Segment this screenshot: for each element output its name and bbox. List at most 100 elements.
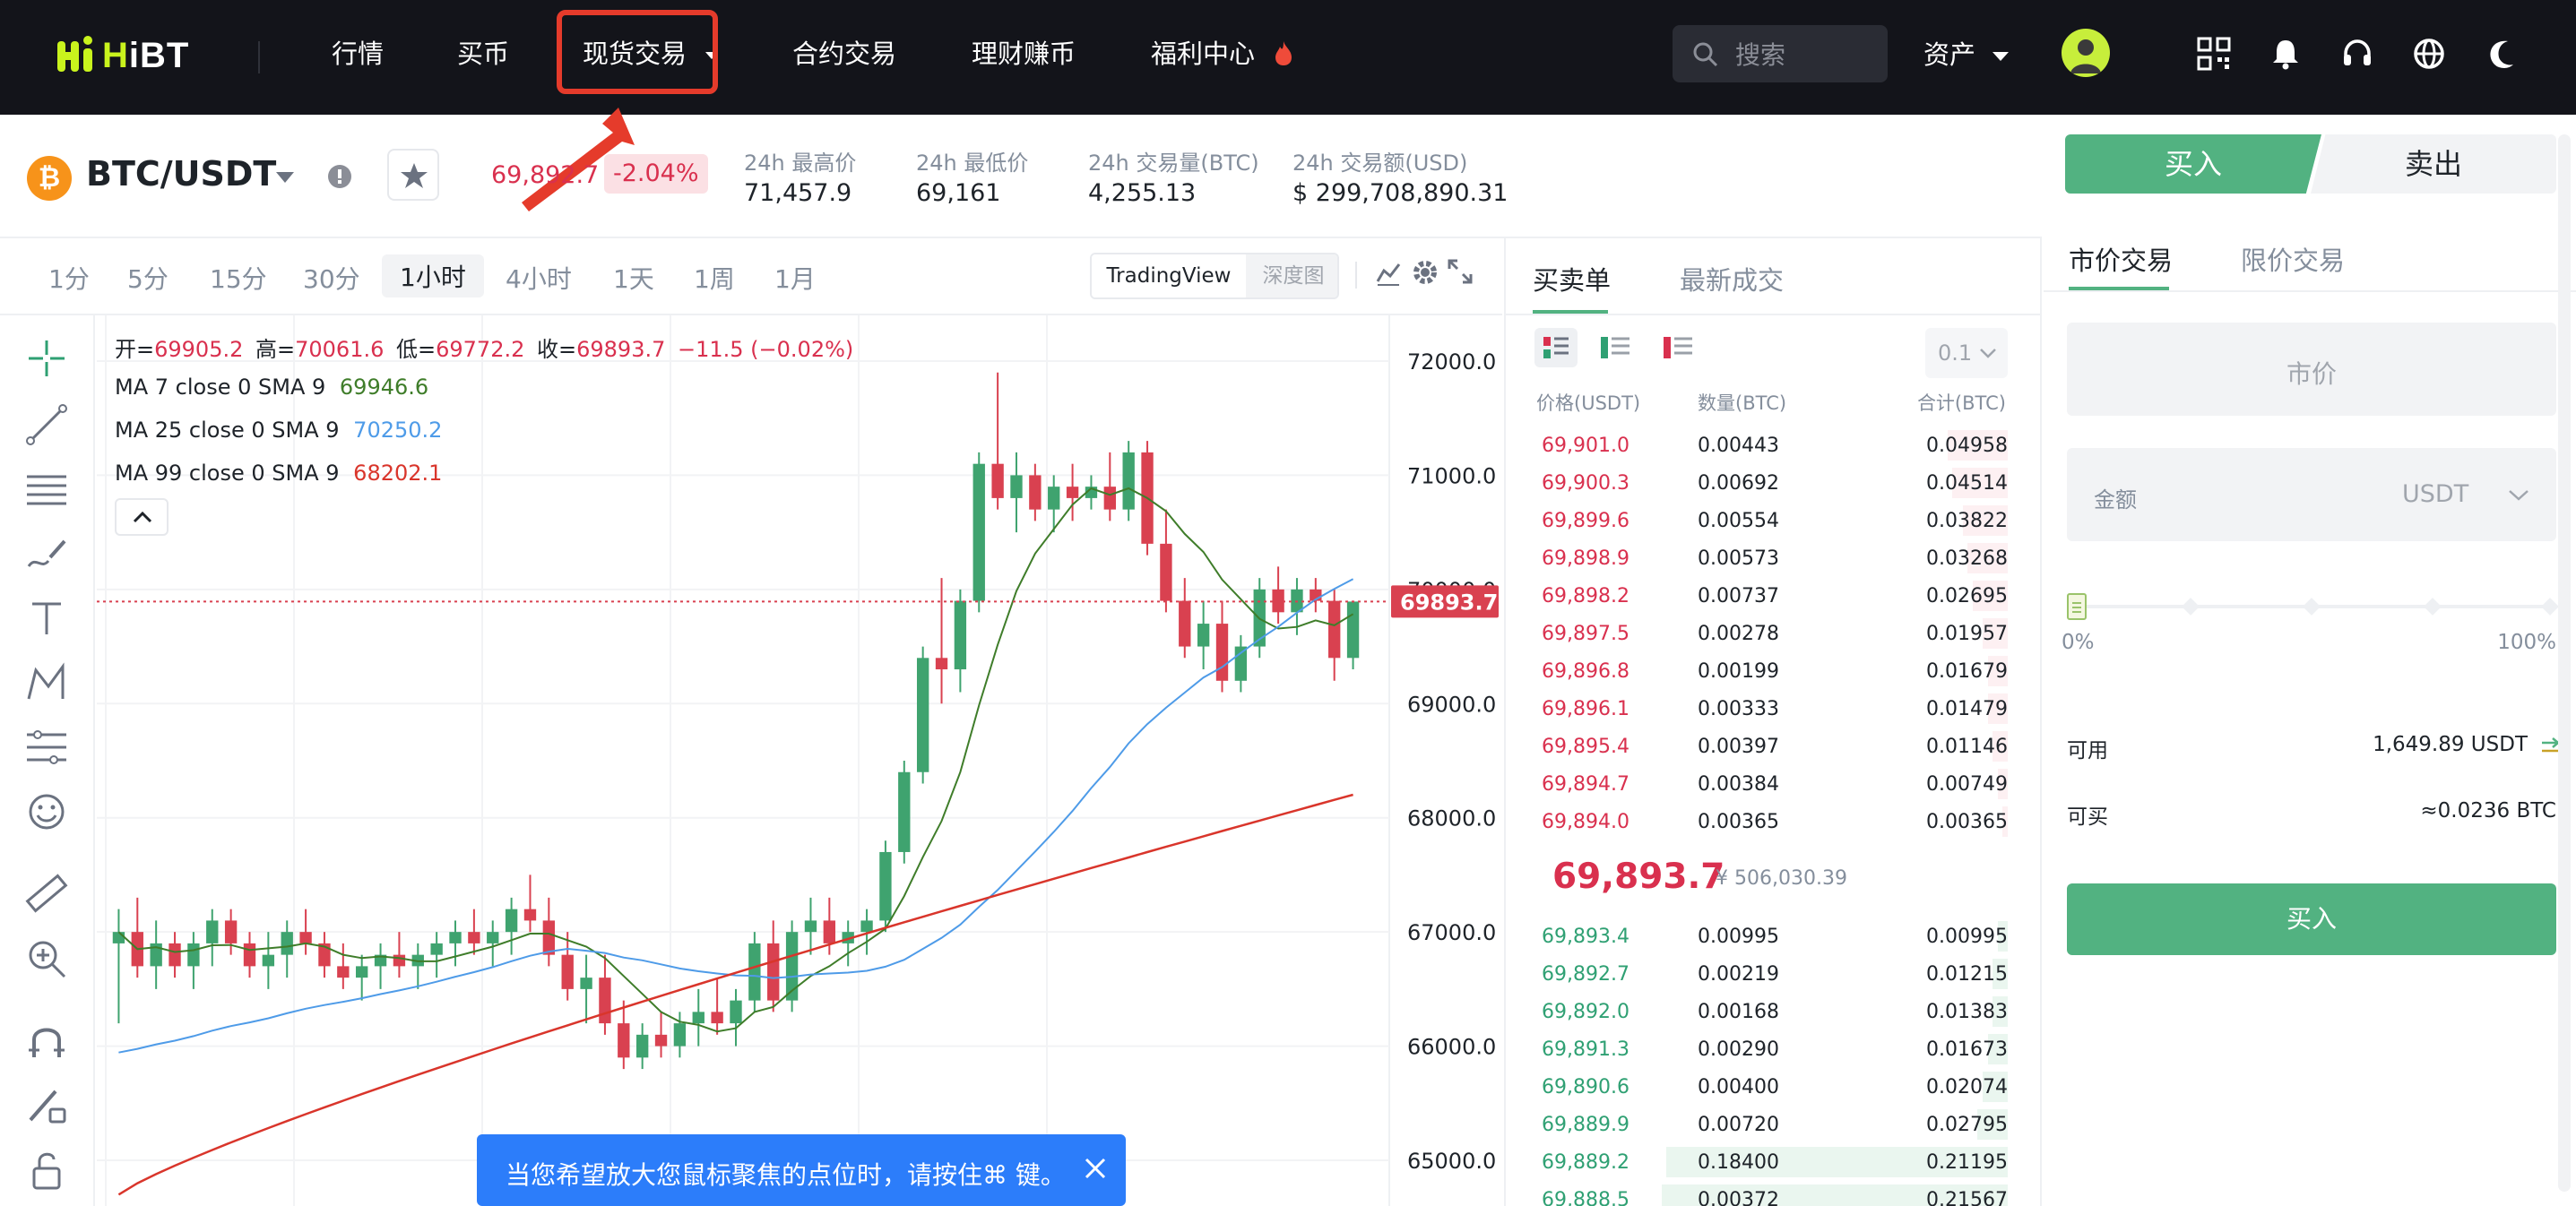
caret-down-icon[interactable] <box>274 170 296 185</box>
view-depth[interactable]: 深度图 <box>1246 254 1337 297</box>
zoom-in-icon[interactable] <box>23 935 70 982</box>
ask-row[interactable]: 69,897.5 0.00278 0.01957 <box>1506 615 2008 652</box>
avatar[interactable] <box>2062 29 2110 77</box>
unlock-icon[interactable] <box>23 1147 70 1193</box>
chevron-down-icon[interactable] <box>2508 489 2529 502</box>
amount-unit[interactable]: USDT <box>2402 480 2468 508</box>
view-tradingview[interactable]: TradingView <box>1092 254 1246 297</box>
ruler-icon[interactable] <box>23 871 70 917</box>
slider-step[interactable] <box>2424 598 2442 616</box>
stat-high-label: 24h 最高价 <box>744 151 857 176</box>
tab-recent-trades[interactable]: 最新成交 <box>1680 260 1784 297</box>
bid-row[interactable]: 69,888.5 0.00372 0.21567 <box>1506 1181 2008 1206</box>
slider-step[interactable] <box>2303 598 2321 616</box>
candle-body <box>654 1034 668 1047</box>
bid-row[interactable]: 69,893.4 0.00995 0.00995 <box>1506 917 2008 955</box>
slider-step[interactable] <box>2541 598 2559 616</box>
page-scrollbar[interactable] <box>2558 134 2571 1192</box>
info-icon[interactable] <box>326 163 353 190</box>
nav-item-markets[interactable]: 行情 <box>332 34 384 73</box>
crosshair-icon[interactable] <box>23 335 70 382</box>
buy-tab[interactable]: 买入 <box>2065 134 2321 194</box>
ask-row[interactable]: 69,894.0 0.00365 0.00365 <box>1506 803 2008 840</box>
tab-order-book[interactable]: 买卖单 <box>1533 260 1611 297</box>
interval-1w[interactable]: 1周 <box>694 260 735 296</box>
precision-select[interactable]: 0.1 <box>1925 328 2008 378</box>
text-tool-icon[interactable] <box>23 595 70 642</box>
candle-body <box>860 920 873 933</box>
interval-1m[interactable]: 1分 <box>48 260 90 296</box>
bid-row[interactable]: 69,892.0 0.00168 0.01383 <box>1506 993 2008 1030</box>
interval-30m[interactable]: 30分 <box>303 260 360 296</box>
ask-row[interactable]: 69,896.8 0.00199 0.01679 <box>1506 652 2008 690</box>
bid-row[interactable]: 69,891.3 0.00290 0.01673 <box>1506 1030 2008 1068</box>
slider-step[interactable] <box>2182 598 2200 616</box>
nav-item-rewards[interactable]: 福利中心 <box>1151 34 1295 73</box>
moon-icon[interactable] <box>2485 36 2520 72</box>
assets-menu[interactable]: 资产 <box>1923 34 2010 72</box>
bid-row[interactable]: 69,889.2 0.18400 0.21195 <box>1506 1143 2008 1181</box>
tab-market-order[interactable]: 市价交易 <box>2069 240 2173 278</box>
open-label: 开= <box>115 337 155 362</box>
interval-15m[interactable]: 15分 <box>210 260 267 296</box>
book-asks-icon[interactable] <box>1660 328 1696 367</box>
bid-row[interactable]: 69,889.9 0.00720 0.02795 <box>1506 1106 2008 1143</box>
interval-1h[interactable]: 1小时 <box>382 254 484 297</box>
ask-row[interactable]: 69,895.4 0.00397 0.01146 <box>1506 728 2008 765</box>
qr-code-icon[interactable] <box>2196 36 2232 72</box>
bid-row[interactable]: 69,890.6 0.00400 0.02074 <box>1506 1068 2008 1106</box>
trading-pair[interactable]: BTC/USDT <box>86 154 276 194</box>
ask-row[interactable]: 69,900.3 0.00692 0.04514 <box>1506 464 2008 502</box>
nav-item-futures[interactable]: 合约交易 <box>792 34 896 73</box>
indicator-icon[interactable] <box>1375 260 1402 287</box>
sell-tab[interactable]: 卖出 <box>2311 134 2556 194</box>
transfer-icon[interactable] <box>2540 737 2560 756</box>
magnet-icon[interactable] <box>23 1018 70 1064</box>
candle-body <box>487 932 499 943</box>
slider-handle[interactable] <box>2067 593 2087 620</box>
gear-icon[interactable] <box>1411 258 1439 287</box>
bell-icon[interactable] <box>2268 36 2304 72</box>
amount-slider[interactable] <box>2067 593 2559 620</box>
globe-icon[interactable] <box>2411 36 2447 72</box>
bid-row[interactable]: 69,892.7 0.00219 0.01215 <box>1506 955 2008 993</box>
candlestick-chart[interactable]: 72000.071000.070000.069000.068000.067000… <box>97 315 1502 1206</box>
trendline-icon[interactable] <box>23 401 70 448</box>
can-buy-value: ≈0.0236 BTC <box>2420 799 2556 823</box>
pattern-icon[interactable] <box>23 659 70 706</box>
ask-row[interactable]: 69,894.7 0.00384 0.00749 <box>1506 765 2008 803</box>
favorite-button[interactable] <box>387 149 439 201</box>
toast-message: 当您希望放大您鼠标聚焦的点位时，请按住⌘ 键。 <box>506 1160 1066 1190</box>
search-box[interactable]: 搜索 <box>1673 25 1888 82</box>
ask-row[interactable]: 69,898.9 0.00573 0.03268 <box>1506 539 2008 577</box>
book-both-icon[interactable] <box>1534 328 1578 367</box>
logo[interactable]: HiBT <box>57 30 189 81</box>
ask-row[interactable]: 69,901.0 0.00443 0.04958 <box>1506 426 2008 464</box>
tab-limit-order[interactable]: 限价交易 <box>2241 240 2345 278</box>
ask-row[interactable]: 69,896.1 0.00333 0.01479 <box>1506 690 2008 728</box>
search-icon <box>1693 42 1718 67</box>
nav-item-earn[interactable]: 理财赚币 <box>972 34 1076 73</box>
fullscreen-icon[interactable] <box>1447 258 1474 285</box>
amount-field[interactable]: 金额 USDT <box>2067 448 2556 541</box>
close-icon[interactable] <box>1083 1156 1108 1181</box>
ask-row[interactable]: 69,899.6 0.00554 0.03822 <box>1506 502 2008 539</box>
interval-1mo[interactable]: 1月 <box>774 260 816 296</box>
emoji-icon[interactable] <box>23 788 70 835</box>
collapse-legend-button[interactable] <box>115 498 169 536</box>
interval-5m[interactable]: 5分 <box>127 260 169 296</box>
headset-icon[interactable] <box>2339 36 2375 72</box>
nav-divider <box>258 41 260 73</box>
lock-pencil-icon[interactable] <box>23 1082 70 1129</box>
ma25-line <box>118 578 1354 1054</box>
horizontal-lines-icon[interactable] <box>23 466 70 513</box>
buy-button[interactable]: 买入 <box>2067 883 2556 955</box>
book-bids-icon[interactable] <box>1597 328 1633 367</box>
interval-1d[interactable]: 1天 <box>613 260 654 296</box>
ask-row[interactable]: 69,898.2 0.00737 0.02695 <box>1506 577 2008 615</box>
interval-4h[interactable]: 4小时 <box>506 260 572 296</box>
brush-icon[interactable] <box>23 530 70 577</box>
prediction-icon[interactable] <box>23 724 70 771</box>
chart-area[interactable]: 72000.071000.070000.069000.068000.067000… <box>0 315 1502 1206</box>
nav-item-buy-crypto[interactable]: 买币 <box>457 34 509 73</box>
